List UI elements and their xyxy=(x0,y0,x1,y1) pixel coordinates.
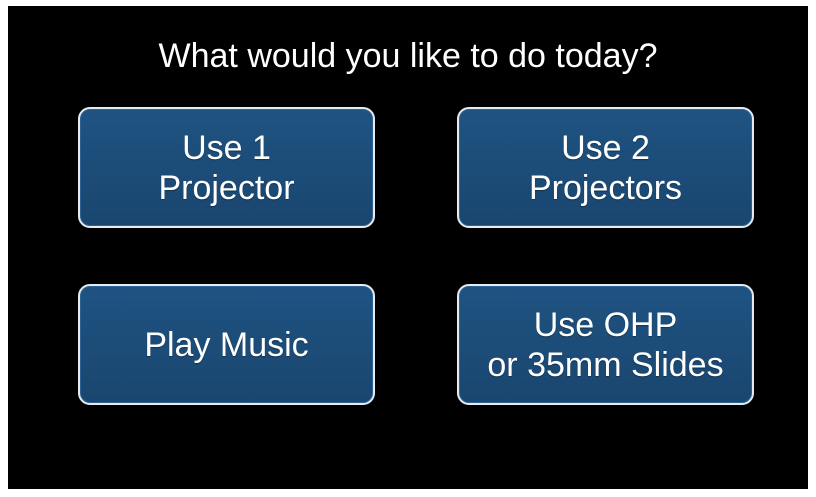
button-label-line-1: Use 1 xyxy=(182,128,271,167)
play-music-button[interactable]: Play Music xyxy=(78,284,375,405)
page-title: What would you like to do today? xyxy=(158,37,658,75)
button-label-line-1: Use OHP xyxy=(533,305,678,344)
use-2-projectors-button[interactable]: Use 2 Projectors xyxy=(457,107,754,228)
use-ohp-slides-button[interactable]: Use OHP or 35mm Slides xyxy=(457,284,754,405)
button-label: Play Music xyxy=(144,325,309,364)
button-label-line-2: or 35mm Slides xyxy=(487,345,724,384)
use-1-projector-button[interactable]: Use 1 Projector xyxy=(78,107,375,228)
button-label-line-2: Projector xyxy=(158,168,295,207)
touch-panel: What would you like to do today? Use 1 P… xyxy=(8,6,808,489)
button-label-line-1: Use 2 xyxy=(561,128,650,167)
button-label-line-2: Projectors xyxy=(528,168,683,207)
